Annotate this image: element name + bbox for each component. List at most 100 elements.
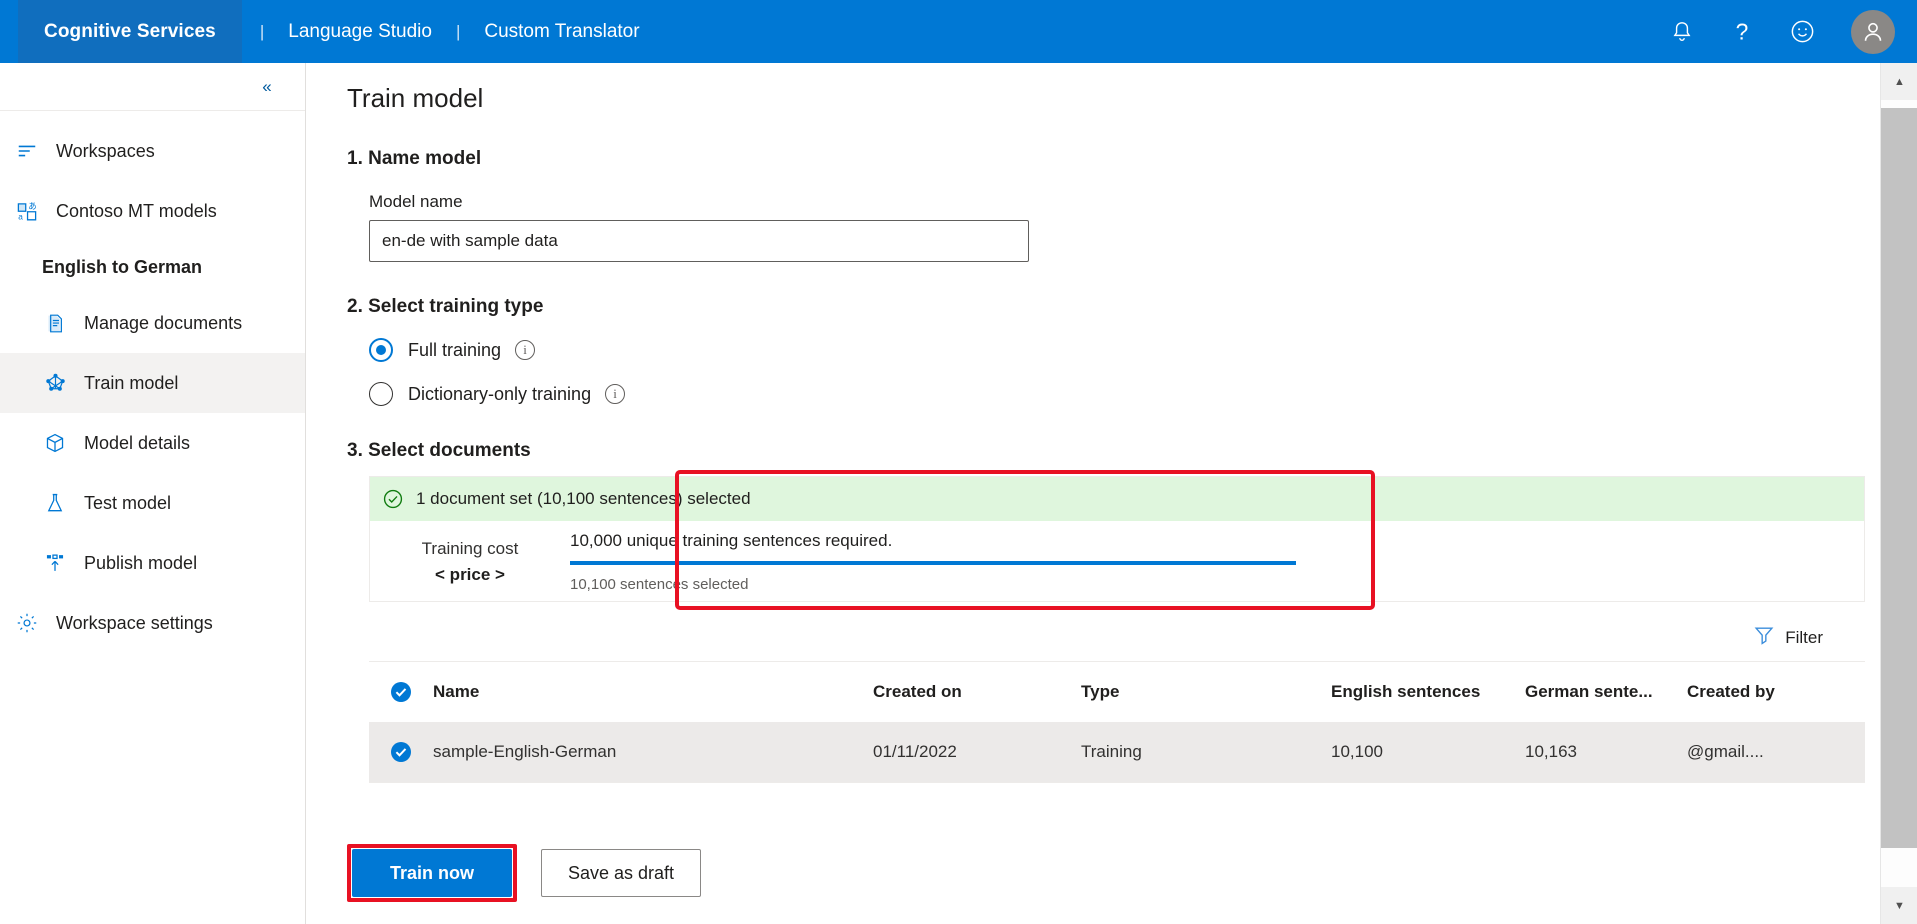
- train-model-icon: [38, 372, 72, 395]
- sidebar-item-label: Train model: [84, 372, 179, 393]
- sentences-selected-label: 10,100 sentences selected: [570, 576, 749, 593]
- row-select-checkbox[interactable]: [369, 740, 433, 764]
- sidebar-section-label: English to German: [42, 256, 203, 277]
- nav-separator-1: |: [259, 21, 265, 41]
- sidebar-section-english-to-german: English to German: [0, 241, 305, 293]
- sidebar-item-label: Workspaces: [56, 140, 155, 161]
- table-bottom-divider: [369, 782, 1865, 783]
- help-question-icon[interactable]: ?: [1727, 17, 1757, 47]
- brand-cognitive-services[interactable]: Cognitive Services: [18, 0, 242, 63]
- model-details-icon: [38, 432, 72, 454]
- sidebar-item-label: Manage documents: [84, 312, 243, 333]
- radio-unselected-icon[interactable]: [369, 382, 393, 406]
- nav-item-language-studio[interactable]: Language Studio: [282, 21, 438, 43]
- sidebar-item-test-model[interactable]: Test model: [0, 473, 305, 533]
- train-now-highlight-wrap: Train now: [347, 844, 517, 902]
- nav-item-custom-translator[interactable]: Custom Translator: [478, 21, 645, 43]
- sentences-meter-column: 10,000 unique training sentences require…: [570, 521, 1864, 601]
- page-title: Train model: [347, 83, 484, 113]
- header-actions: ?: [1667, 0, 1917, 63]
- sidebar-item-train-model[interactable]: Train model: [0, 353, 305, 413]
- main-content: Train model 1. Name model Model name 2. …: [307, 63, 1880, 924]
- model-name-label: Model name: [369, 192, 463, 211]
- table-header-row: Name Created on Type English sentences G…: [369, 662, 1865, 722]
- scrollbar-thumb[interactable]: [1881, 108, 1917, 848]
- top-navigation: | Language Studio | Custom Translator: [242, 0, 646, 63]
- training-cost-column: Training cost < price >: [370, 521, 570, 601]
- page-scrollbar[interactable]: ▲ ▼: [1880, 63, 1917, 924]
- radio-label: Dictionary-only training: [408, 383, 592, 404]
- step-1-heading: 1. Name model: [347, 148, 482, 169]
- feedback-smiley-icon[interactable]: [1787, 17, 1817, 47]
- info-icon-dictionary-training[interactable]: i: [605, 384, 626, 404]
- document-set-summary-card: 1 document set (10,100 sentences) select…: [369, 476, 1865, 602]
- radio-full-training[interactable]: Full training i: [369, 338, 1880, 362]
- svg-text:あ: あ: [28, 202, 36, 211]
- footer-actions: Train now Save as draft: [347, 844, 701, 902]
- publish-upload-icon: [38, 552, 72, 574]
- sidebar-nav-list: Workspaces あ a Contoso MT models English…: [0, 111, 305, 653]
- column-header-english-sentences[interactable]: English sentences: [1331, 682, 1525, 702]
- column-header-name[interactable]: Name: [433, 682, 873, 702]
- training-cost-value: < price >: [435, 565, 505, 584]
- check-circle-icon: [382, 488, 404, 510]
- sidebar-item-model-details[interactable]: Model details: [0, 413, 305, 473]
- sidebar-item-label: Test model: [84, 492, 172, 513]
- svg-text:a: a: [18, 212, 23, 221]
- cell-created-by: @gmail....: [1687, 742, 1764, 761]
- table-row[interactable]: sample-English-German 01/11/2022 Trainin…: [369, 722, 1865, 782]
- cell-english-sentences: 10,100: [1331, 742, 1383, 761]
- select-all-checkbox[interactable]: [369, 680, 433, 704]
- sidebar-item-publish-model[interactable]: Publish model: [0, 533, 305, 593]
- filter-button[interactable]: Filter: [1751, 620, 1825, 655]
- sidebar-item-label: Workspace settings: [56, 612, 213, 633]
- sidebar-item-workspaces[interactable]: Workspaces: [0, 121, 305, 181]
- radio-selected-icon[interactable]: [369, 338, 393, 362]
- nav-separator-2: |: [455, 21, 461, 41]
- top-header-bar: Cognitive Services | Language Studio | C…: [0, 0, 1917, 63]
- scrollbar-down-arrow-icon[interactable]: ▼: [1881, 887, 1917, 924]
- filter-label: Filter: [1785, 627, 1823, 647]
- sidebar-item-contoso-mt-models[interactable]: あ a Contoso MT models: [0, 181, 305, 241]
- cell-created-on: 01/11/2022: [873, 742, 957, 761]
- column-header-type[interactable]: Type: [1081, 682, 1331, 702]
- step-3-heading: 3. Select documents: [347, 440, 531, 461]
- documents-table: Name Created on Type English sentences G…: [369, 661, 1865, 783]
- sentences-required-label: 10,000 unique training sentences require…: [570, 531, 893, 550]
- left-sidebar: « Workspaces あ a Contoso MT models Engli…: [0, 63, 306, 924]
- document-set-selected-banner: 1 document set (10,100 sentences) select…: [370, 477, 1864, 521]
- column-header-german-sentences[interactable]: German sente...: [1525, 682, 1687, 702]
- documents-icon: [38, 313, 72, 334]
- cell-type: Training: [1081, 742, 1142, 761]
- sidebar-collapse-row: «: [0, 63, 305, 111]
- cell-german-sentences: 10,163: [1525, 742, 1577, 761]
- info-icon-full-training[interactable]: i: [515, 340, 536, 360]
- workspaces-icon: [10, 140, 44, 162]
- svg-text:?: ?: [1736, 19, 1749, 45]
- step-2-heading: 2. Select training type: [347, 296, 544, 317]
- train-now-button[interactable]: Train now: [352, 849, 512, 897]
- translate-models-icon: あ a: [10, 200, 44, 222]
- column-header-created-by[interactable]: Created by: [1687, 682, 1857, 702]
- notification-bell-icon[interactable]: [1667, 17, 1697, 47]
- gear-icon: [10, 612, 44, 634]
- sentences-progress-fill: [570, 561, 1296, 565]
- sidebar-item-label: Publish model: [84, 552, 198, 573]
- sidebar-item-manage-documents[interactable]: Manage documents: [0, 293, 305, 353]
- document-set-summary-wrap: 1 document set (10,100 sentences) select…: [307, 470, 1880, 610]
- sidebar-item-label: Contoso MT models: [56, 200, 217, 221]
- training-cost-body: Training cost < price > 10,000 unique tr…: [370, 521, 1864, 601]
- filter-row: Filter: [307, 620, 1865, 655]
- model-name-input[interactable]: [369, 220, 1029, 262]
- brand-label: Cognitive Services: [44, 20, 216, 42]
- collapse-chevron-double-left-icon[interactable]: «: [251, 71, 283, 103]
- save-as-draft-button[interactable]: Save as draft: [541, 849, 701, 897]
- sidebar-item-workspace-settings[interactable]: Workspace settings: [0, 593, 305, 653]
- column-header-created-on[interactable]: Created on: [873, 682, 1081, 702]
- radio-dictionary-only-training[interactable]: Dictionary-only training i: [369, 382, 1880, 406]
- scrollbar-up-arrow-icon[interactable]: ▲: [1881, 63, 1917, 100]
- filter-funnel-icon: [1753, 624, 1775, 651]
- user-avatar-icon[interactable]: [1851, 9, 1895, 54]
- document-set-banner-text: 1 document set (10,100 sentences) select…: [416, 489, 751, 508]
- sidebar-item-label: Model details: [84, 432, 191, 453]
